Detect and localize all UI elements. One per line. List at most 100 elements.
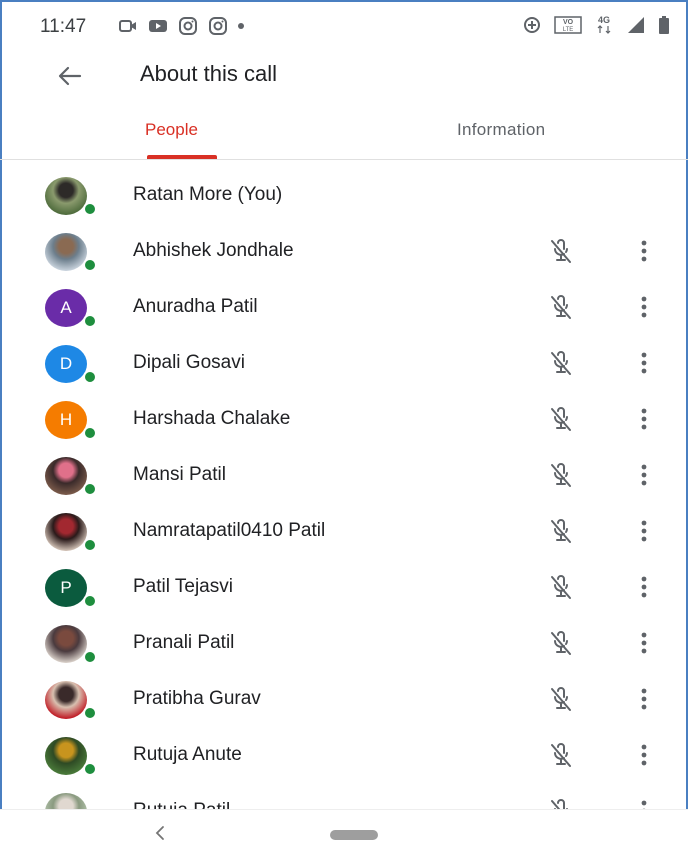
tab-information[interactable]: Information: [457, 120, 545, 140]
svg-text:VO: VO: [563, 19, 574, 26]
participant-name: Rutuja Patil: [133, 800, 230, 809]
data-saver-icon: [524, 17, 540, 33]
avatar-photo: [45, 793, 87, 809]
mic-off-icon[interactable]: [545, 461, 577, 489]
participant-row[interactable]: Namratapatil0410 Patil: [0, 503, 688, 559]
participant-name: Rutuja Anute: [133, 744, 242, 765]
more-options-icon[interactable]: [632, 741, 656, 769]
mic-off-icon[interactable]: [545, 517, 577, 545]
avatar: D: [45, 345, 97, 385]
participant-row[interactable]: Pratibha Gurav: [0, 671, 688, 727]
online-status-dot: [83, 370, 97, 384]
mic-off-icon[interactable]: [545, 629, 577, 657]
tab-selected-indicator: [147, 155, 217, 159]
tab-bar: People Information: [0, 108, 688, 160]
mic-off-icon[interactable]: [545, 741, 577, 769]
avatar: [45, 457, 97, 497]
participant-name: Patil Tejasvi: [133, 576, 233, 597]
more-options-icon[interactable]: [632, 293, 656, 321]
page-title: About this call: [140, 61, 277, 86]
mic-off-icon[interactable]: [545, 685, 577, 713]
avatar-photo: [45, 513, 87, 551]
participant-row[interactable]: H Harshada Chalake: [0, 391, 688, 447]
participant-name: Abhishek Jondhale: [133, 240, 294, 261]
participant-row[interactable]: D Dipali Gosavi: [0, 335, 688, 391]
battery-icon: [659, 16, 669, 34]
video-call-icon: [119, 20, 136, 32]
more-options-icon[interactable]: [632, 629, 656, 657]
avatar: [45, 793, 97, 809]
status-notification-icons: [118, 16, 244, 36]
avatar: [45, 681, 97, 721]
participant-row[interactable]: Rutuja Anute: [0, 727, 688, 783]
avatar-letter: A: [45, 289, 87, 327]
svg-text:LTE: LTE: [563, 27, 574, 33]
avatar: [45, 625, 97, 665]
avatar: [45, 177, 97, 217]
mic-off-icon[interactable]: [545, 349, 577, 377]
participant-row[interactable]: Pranali Patil: [0, 615, 688, 671]
more-options-icon[interactable]: [632, 573, 656, 601]
svg-text:4G: 4G: [598, 15, 610, 25]
instagram-icon: [209, 17, 227, 35]
more-options-icon[interactable]: [632, 685, 656, 713]
online-status-dot: [83, 426, 97, 440]
avatar-letter: P: [45, 569, 87, 607]
mic-off-icon[interactable]: [545, 237, 577, 265]
avatar: [45, 513, 97, 553]
more-options-icon[interactable]: [632, 517, 656, 545]
participant-name: Pratibha Gurav: [133, 688, 261, 709]
avatar-letter: H: [45, 401, 87, 439]
more-options-icon[interactable]: [632, 797, 656, 809]
mic-off-icon[interactable]: [545, 573, 577, 601]
participant-row[interactable]: Mansi Patil: [0, 447, 688, 503]
participant-name: Ratan More (You): [133, 184, 283, 205]
mic-off-icon[interactable]: [545, 405, 577, 433]
online-status-dot: [83, 762, 97, 776]
mic-off-icon[interactable]: [545, 797, 577, 809]
online-status-dot: [83, 258, 97, 272]
participant-row[interactable]: Rutuja Patil: [0, 783, 688, 809]
participant-row[interactable]: P Patil Tejasvi: [0, 559, 688, 615]
avatar-letter: D: [45, 345, 87, 383]
more-options-icon[interactable]: [632, 349, 656, 377]
system-nav-bar: [0, 809, 688, 859]
back-arrow-icon[interactable]: [56, 62, 84, 90]
status-time: 11:47: [40, 16, 87, 37]
signal-icon: [628, 17, 644, 33]
avatar-photo: [45, 681, 87, 719]
participant-name: Pranali Patil: [133, 632, 235, 653]
more-notifications-dot: [238, 23, 244, 29]
participant-row[interactable]: Abhishek Jondhale: [0, 223, 688, 279]
online-status-dot: [83, 482, 97, 496]
tab-people[interactable]: People: [145, 120, 198, 140]
nav-back-icon[interactable]: [152, 823, 168, 843]
participant-name: Harshada Chalake: [133, 408, 291, 429]
participant-name: Anuradha Patil: [133, 296, 258, 317]
status-system-icons: VO LTE 4G: [522, 14, 670, 36]
more-options-icon[interactable]: [632, 237, 656, 265]
participant-row[interactable]: Ratan More (You): [0, 167, 688, 223]
youtube-icon: [149, 20, 167, 32]
participant-name: Dipali Gosavi: [133, 352, 245, 373]
mic-off-icon[interactable]: [545, 293, 577, 321]
avatar-photo: [45, 233, 87, 271]
instagram-icon: [179, 17, 197, 35]
online-status-dot: [83, 202, 97, 216]
participant-row[interactable]: A Anuradha Patil: [0, 279, 688, 335]
avatar-photo: [45, 737, 87, 775]
avatar-photo: [45, 177, 87, 215]
avatar: P: [45, 569, 97, 609]
home-pill-icon[interactable]: [330, 830, 378, 840]
online-status-dot: [83, 594, 97, 608]
avatar-photo: [45, 457, 87, 495]
online-status-dot: [83, 706, 97, 720]
people-list[interactable]: Ratan More (You) Abhishek Jondhale A Anurad…: [0, 167, 688, 809]
more-options-icon[interactable]: [632, 461, 656, 489]
online-status-dot: [83, 538, 97, 552]
online-status-dot: [83, 650, 97, 664]
avatar: [45, 233, 97, 273]
app-bar: About this call: [0, 50, 688, 102]
avatar-photo: [45, 625, 87, 663]
more-options-icon[interactable]: [632, 405, 656, 433]
